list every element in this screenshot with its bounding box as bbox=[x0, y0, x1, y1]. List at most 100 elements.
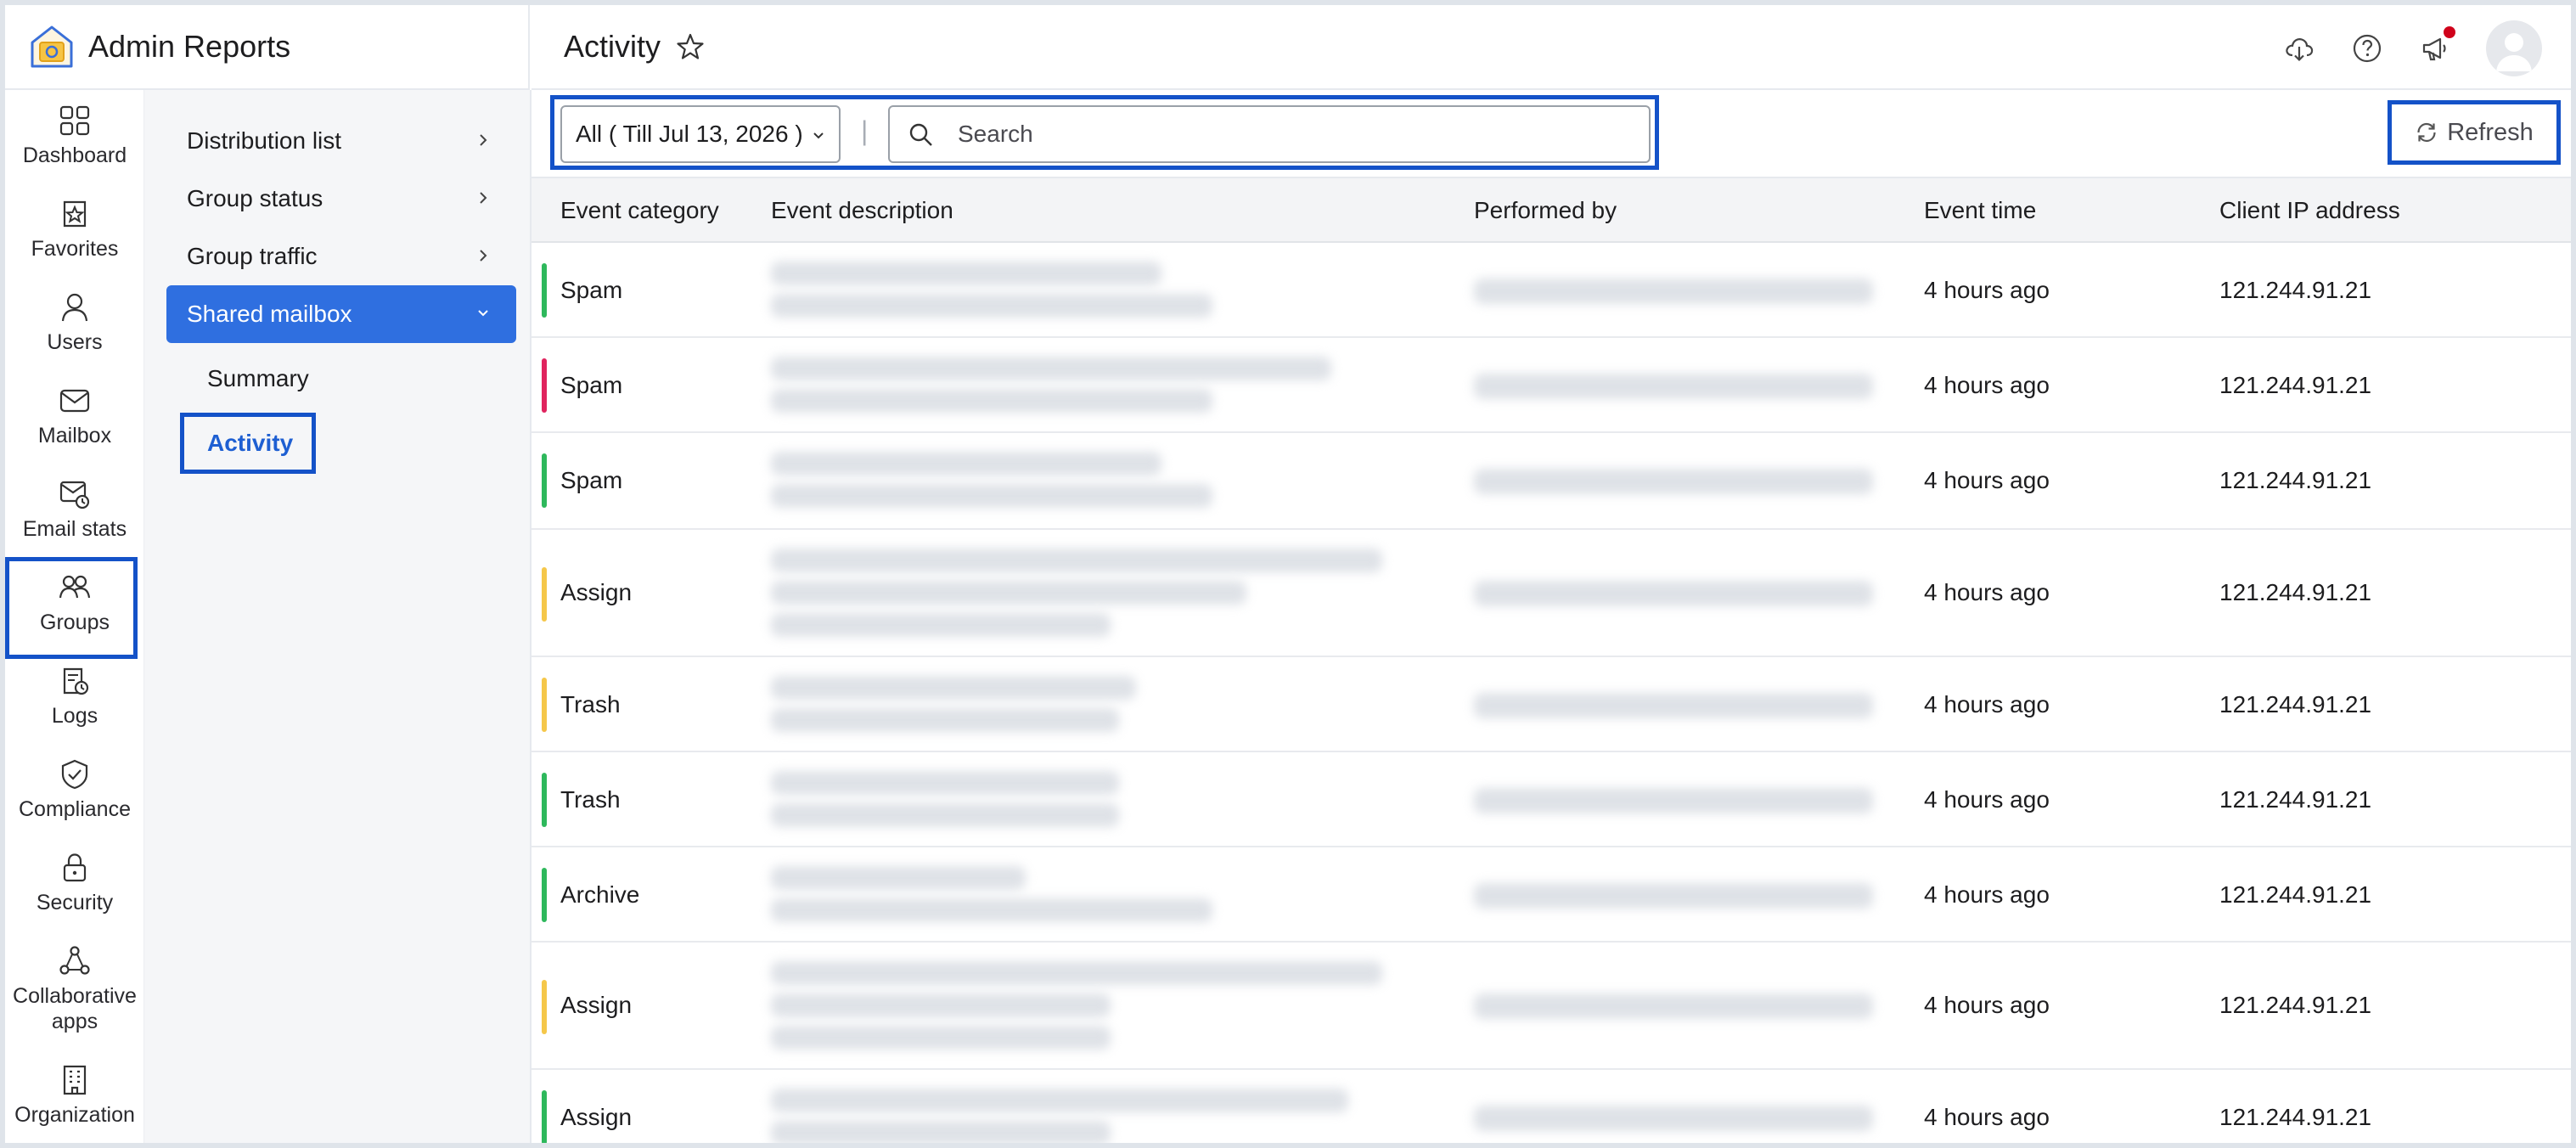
search-input[interactable]: Search bbox=[888, 105, 1651, 163]
rail-item-organization[interactable]: Organization bbox=[5, 1063, 144, 1128]
table-row[interactable]: Archive 4 hours ago 121.244.91.21 bbox=[532, 847, 2571, 943]
rail-item-email-stats[interactable]: Email stats bbox=[5, 477, 144, 542]
submenu-child-summary[interactable]: Summary bbox=[207, 365, 309, 392]
chevron-right-icon bbox=[480, 192, 487, 204]
event-time: 4 hours ago bbox=[1924, 277, 2050, 303]
event-time: 4 hours ago bbox=[1924, 691, 2050, 718]
event-category: Spam bbox=[560, 277, 623, 303]
category-color-bar bbox=[542, 263, 547, 318]
submenu-item-group-traffic[interactable]: Group traffic bbox=[166, 228, 516, 285]
user-avatar-icon bbox=[2496, 33, 2532, 71]
table-row[interactable]: Assign 4 hours ago 121.244.91.21 bbox=[532, 530, 2571, 657]
event-time: 4 hours ago bbox=[1924, 992, 2050, 1018]
category-color-bar bbox=[542, 773, 547, 827]
client-ip: 121.244.91.21 bbox=[2219, 786, 2372, 813]
column-header-event-time[interactable]: Event time bbox=[1924, 197, 2036, 224]
table-row[interactable]: Spam 4 hours ago 121.244.91.21 bbox=[532, 433, 2571, 530]
client-ip: 121.244.91.21 bbox=[2219, 1104, 2372, 1130]
column-header-event-description[interactable]: Event description bbox=[771, 197, 953, 224]
redacted-performer bbox=[1474, 581, 1873, 606]
submenu-label: Shared mailbox bbox=[187, 301, 352, 327]
activity-table: Event category Event description Perform… bbox=[532, 178, 2571, 1143]
table-row[interactable]: Spam 4 hours ago 121.244.91.21 bbox=[532, 338, 2571, 433]
redacted-description bbox=[771, 708, 1119, 732]
favorite-star-icon[interactable] bbox=[676, 32, 705, 61]
event-time: 4 hours ago bbox=[1924, 786, 2050, 813]
rail-item-dashboard[interactable]: Dashboard bbox=[5, 104, 144, 168]
table-row[interactable]: Trash 4 hours ago 121.244.91.21 bbox=[532, 657, 2571, 752]
rail-item-compliance[interactable]: Compliance bbox=[5, 757, 144, 822]
table-row[interactable]: Assign 4 hours ago 121.244.91.21 bbox=[532, 1070, 2571, 1143]
activity-highlight bbox=[180, 413, 316, 474]
submenu-item-shared-mailbox[interactable]: Shared mailbox bbox=[166, 285, 516, 343]
help-icon[interactable] bbox=[2350, 31, 2384, 65]
rail-item-logs[interactable]: Logs bbox=[5, 664, 144, 729]
avatar[interactable] bbox=[2486, 20, 2542, 76]
column-header-client-ip[interactable]: Client IP address bbox=[2219, 197, 2400, 224]
redacted-description bbox=[771, 357, 1331, 380]
groups-submenu: Distribution list Group status Group tra… bbox=[144, 90, 532, 1143]
app-title: Admin Reports bbox=[88, 29, 291, 64]
redacted-description bbox=[771, 549, 1382, 572]
redacted-performer bbox=[1474, 693, 1873, 718]
redacted-performer bbox=[1474, 993, 1873, 1019]
logs-icon bbox=[63, 667, 89, 695]
admin-reports-logo-icon bbox=[31, 25, 73, 68]
submenu-item-group-status[interactable]: Group status bbox=[166, 170, 516, 228]
submenu-item-distribution-list[interactable]: Distribution list bbox=[166, 112, 516, 170]
redacted-description bbox=[771, 1089, 1348, 1112]
cloud-download-icon[interactable] bbox=[2282, 31, 2316, 65]
client-ip: 121.244.91.21 bbox=[2219, 467, 2372, 493]
category-color-bar bbox=[542, 1090, 547, 1143]
rail-item-mailbox[interactable]: Mailbox bbox=[5, 384, 144, 448]
event-category: Spam bbox=[560, 372, 623, 398]
top-icons bbox=[2248, 20, 2542, 76]
table-row[interactable]: Trash 4 hours ago 121.244.91.21 bbox=[532, 752, 2571, 847]
user-icon bbox=[61, 293, 88, 322]
redacted-description bbox=[771, 294, 1212, 318]
rail-item-security[interactable]: Security bbox=[5, 851, 144, 915]
email-stats-icon bbox=[59, 481, 90, 509]
dashboard-icon bbox=[59, 105, 90, 136]
search-icon bbox=[909, 123, 932, 146]
redacted-performer bbox=[1474, 1106, 1873, 1131]
redacted-performer bbox=[1474, 279, 1873, 304]
refresh-icon bbox=[2417, 122, 2436, 143]
table-row[interactable]: Assign 4 hours ago 121.244.91.21 bbox=[532, 943, 2571, 1070]
announcement-button[interactable] bbox=[2418, 26, 2455, 65]
rail-item-users[interactable]: Users bbox=[5, 290, 144, 355]
chevron-right-icon bbox=[480, 250, 487, 262]
redacted-description bbox=[771, 389, 1212, 413]
event-category: Trash bbox=[560, 786, 621, 813]
redacted-description bbox=[771, 866, 1026, 890]
table-row[interactable]: Spam 4 hours ago 121.244.91.21 bbox=[532, 243, 2571, 338]
redacted-description bbox=[771, 898, 1212, 922]
redacted-description bbox=[771, 961, 1382, 985]
client-ip: 121.244.91.21 bbox=[2219, 992, 2372, 1018]
column-header-performed-by[interactable]: Performed by bbox=[1474, 197, 1617, 224]
category-color-bar bbox=[542, 678, 547, 732]
event-category: Assign bbox=[560, 579, 633, 605]
date-filter-dropdown[interactable]: All ( Till Jul 13, 2026 ) bbox=[560, 105, 841, 163]
chevron-down-icon bbox=[478, 310, 488, 317]
redacted-performer bbox=[1474, 788, 1873, 813]
notification-dot bbox=[2444, 26, 2455, 38]
redacted-performer bbox=[1474, 469, 1873, 494]
rail-item-favorites[interactable]: Favorites bbox=[5, 197, 144, 262]
rail-label: Security bbox=[36, 891, 114, 914]
redacted-description bbox=[771, 262, 1161, 285]
rail-label: Email stats bbox=[22, 517, 127, 541]
lock-icon bbox=[63, 853, 87, 882]
column-header-event-category[interactable]: Event category bbox=[560, 197, 719, 224]
rail-label: Mailbox bbox=[37, 424, 112, 447]
refresh-button[interactable]: Refresh bbox=[2398, 109, 2551, 156]
icon-rail: Dashboard Favorites Users Mailbox Email … bbox=[5, 90, 144, 1143]
rail-label: Logs bbox=[51, 704, 98, 728]
redacted-description bbox=[771, 1121, 1111, 1143]
mailbox-icon bbox=[59, 389, 90, 413]
rail-item-collaborative-apps[interactable]: Collaborative apps bbox=[5, 944, 144, 1034]
event-time: 4 hours ago bbox=[1924, 881, 2050, 908]
event-category: Assign bbox=[560, 1104, 633, 1130]
collab-apps-icon bbox=[59, 946, 90, 975]
top-bar: Activity bbox=[532, 5, 2571, 90]
